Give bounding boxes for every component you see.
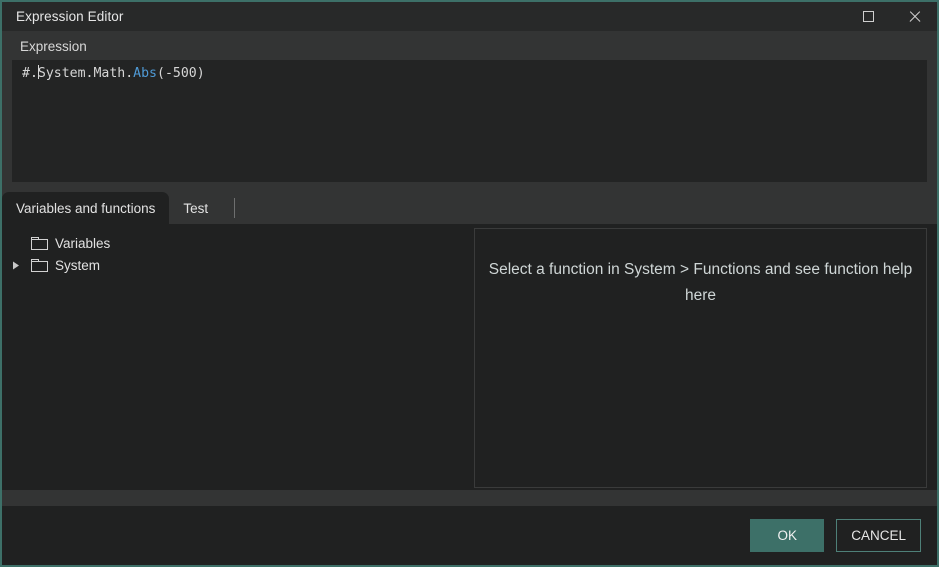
tree-item-variables[interactable]: Variables <box>2 232 474 254</box>
expression-label: Expression <box>20 39 87 54</box>
close-button[interactable] <box>891 2 937 31</box>
code-middle: System.Math. <box>37 66 134 81</box>
ok-button[interactable]: OK <box>750 519 825 552</box>
maximize-square-icon <box>862 11 874 22</box>
function-help-panel: Select a function in System > Functions … <box>474 228 927 488</box>
maximize-button[interactable] <box>845 2 891 31</box>
variables-tree: Variables System <box>2 224 474 490</box>
cancel-button[interactable]: CANCEL <box>836 519 921 552</box>
close-x-icon <box>908 10 921 23</box>
main-content: Variables System Select a function in Sy… <box>2 224 937 490</box>
cancel-button-label: CANCEL <box>851 528 906 543</box>
tab-strip: Variables and functions Test <box>2 192 937 224</box>
tab-test[interactable]: Test <box>169 192 222 224</box>
expression-section: Expression #.System.Math.Abs(-500) <box>2 31 937 192</box>
footer-actions: OK CANCEL <box>2 506 937 565</box>
expression-spacer <box>2 182 937 192</box>
expression-input[interactable]: #.System.Math.Abs(-500) <box>12 60 927 182</box>
window-controls <box>845 2 937 31</box>
folder-icon <box>31 236 48 250</box>
ok-button-label: OK <box>777 528 797 543</box>
function-help-message: Select a function in System > Functions … <box>488 261 913 304</box>
code-suffix: (-500) <box>157 66 205 81</box>
footer-divider-band <box>2 490 937 506</box>
tab-variables-and-functions[interactable]: Variables and functions <box>2 192 170 224</box>
tree-item-variables-label: Variables <box>55 235 111 251</box>
title-bar: Expression Editor <box>2 2 937 31</box>
expression-code-line: #.System.Math.Abs(-500) <box>12 60 927 83</box>
expression-editor-window: Expression Editor Expression #.System.Ma… <box>0 0 939 567</box>
chevron-right-icon[interactable] <box>8 261 24 270</box>
tab-test-label: Test <box>183 200 209 216</box>
tree-item-system[interactable]: System <box>2 254 474 276</box>
tab-separator <box>234 198 236 218</box>
tree-item-system-label: System <box>55 257 101 273</box>
tab-variables-and-functions-label: Variables and functions <box>16 200 156 216</box>
folder-icon <box>31 258 48 272</box>
code-prefix: #. <box>22 66 38 81</box>
window-title: Expression Editor <box>16 9 124 24</box>
code-function-token: Abs <box>133 66 157 81</box>
